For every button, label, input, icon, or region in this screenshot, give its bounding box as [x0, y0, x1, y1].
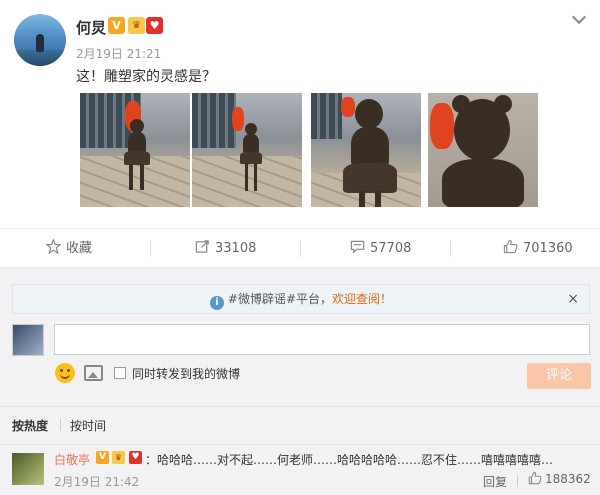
notice-prefix[interactable]: #微博辟谣#平台，	[228, 292, 332, 306]
sort-by-time-tab[interactable]: 按时间	[70, 417, 106, 434]
commenter-name[interactable]: 白敬亭	[54, 451, 90, 468]
reply-button[interactable]: 回复	[483, 473, 507, 490]
author-name[interactable]: 何炅	[76, 17, 106, 38]
comment-sort-bar: 按热度 按时间	[0, 406, 600, 440]
info-icon: i	[209, 296, 224, 310]
star-icon	[46, 239, 61, 254]
author-avatar[interactable]	[14, 14, 66, 66]
divider	[150, 241, 151, 257]
image-icon[interactable]	[84, 365, 103, 381]
repost-checkbox[interactable]	[114, 367, 126, 379]
heart-badge-icon: ♥	[129, 451, 142, 464]
notice-link[interactable]: 欢迎查阅！	[332, 292, 392, 306]
repost-button[interactable]: 33108	[195, 229, 256, 269]
divider	[517, 475, 518, 487]
photo-thumbnail[interactable]	[80, 93, 190, 207]
comment-text: ：哈哈哈……对不起……何老师……哈哈哈哈哈……忍不住……嘻嘻嘻嘻嘻…	[145, 453, 554, 467]
sort-by-hot-tab[interactable]: 按热度	[12, 417, 48, 434]
divider	[60, 419, 61, 431]
repost-icon	[195, 240, 209, 253]
close-icon[interactable]: ×	[567, 285, 579, 313]
thumbs-up-icon	[503, 239, 518, 254]
avatar-figure	[36, 34, 44, 52]
chevron-down-icon[interactable]	[570, 10, 588, 28]
crown-badge-icon: ♛	[112, 451, 125, 464]
like-count: 701360	[523, 241, 573, 256]
comment-timestamp: 2月19日 21:42	[54, 475, 140, 489]
thumbs-up-icon	[528, 471, 542, 485]
repost-count: 33108	[215, 241, 257, 256]
comment-section: i #微博辟谣#平台，欢迎查阅！ × 同时转发到我的微博 评论 按热度 按时间 白…	[0, 268, 600, 495]
commenter-avatar[interactable]	[12, 453, 44, 485]
comment-input[interactable]	[54, 324, 590, 355]
comment-like-count: 188362	[545, 472, 591, 486]
verified-badge-icon: V	[108, 17, 125, 34]
submit-comment-button[interactable]: 评论	[527, 363, 591, 389]
rumor-notice-banner: i #微博辟谣#平台，欢迎查阅！ ×	[12, 284, 590, 314]
comment-item: 白敬亭 V ♛ ♥ ：哈哈哈……对不起……何老师……哈哈哈哈哈……忍不住……嘻嘻…	[0, 444, 600, 495]
repost-checkbox-label[interactable]: 同时转发到我的微博	[132, 365, 240, 382]
divider	[450, 241, 451, 257]
weibo-post: 何炅 V ♛ ♥ 2月19日 21:21 这！雕塑家的灵感是？	[0, 0, 600, 230]
avatar-shore	[14, 50, 66, 66]
post-action-bar: 收藏 33108 57708 701360	[0, 228, 600, 268]
comment-button[interactable]: 57708	[350, 229, 411, 269]
photo-thumbnail[interactable]	[428, 93, 538, 207]
comment-count: 57708	[370, 241, 412, 256]
divider	[300, 241, 301, 257]
comment-icon	[350, 240, 365, 254]
emoji-icon[interactable]	[55, 363, 75, 383]
crown-badge-icon: ♛	[128, 17, 145, 34]
photo-thumbnail[interactable]	[311, 93, 421, 207]
favorite-button[interactable]: 收藏	[46, 229, 92, 269]
post-timestamp[interactable]: 2月19日 21:21	[76, 45, 161, 62]
current-user-avatar	[12, 324, 44, 356]
photo-thumbnail[interactable]	[192, 93, 302, 207]
heart-badge-icon: ♥	[146, 17, 163, 34]
post-text: 这！雕塑家的灵感是？	[76, 69, 216, 85]
comment-like-button[interactable]: 188362	[528, 471, 591, 486]
favorite-label: 收藏	[66, 241, 93, 256]
verified-badge-icon: V	[96, 451, 109, 464]
like-button[interactable]: 701360	[503, 229, 573, 269]
